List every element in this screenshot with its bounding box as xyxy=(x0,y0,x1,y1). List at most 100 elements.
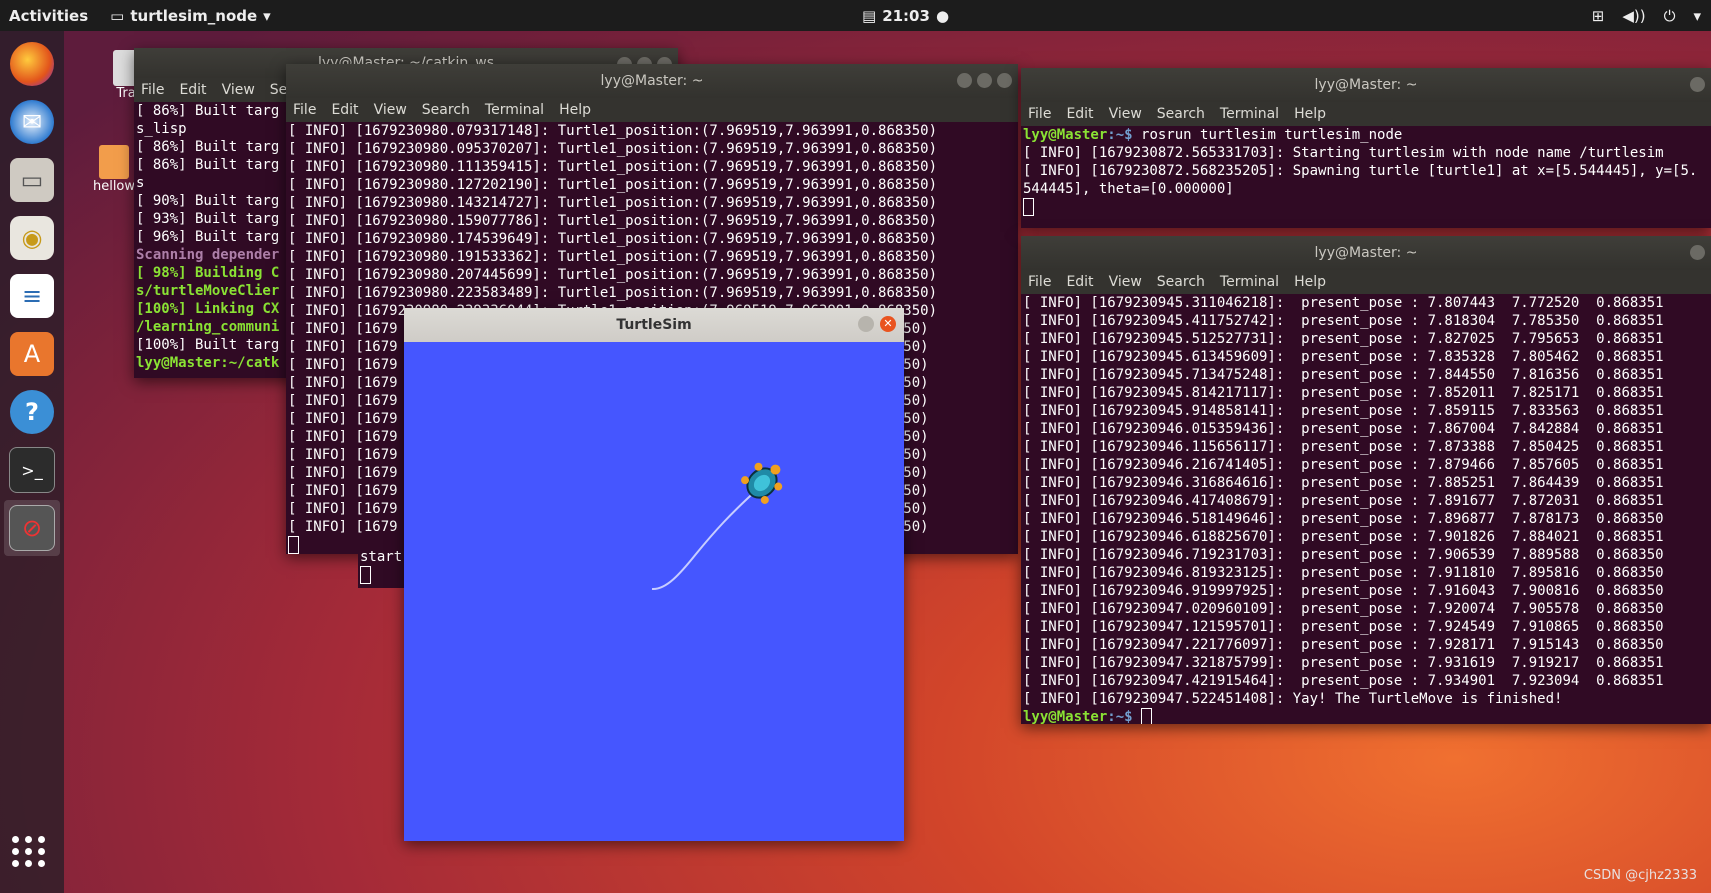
terminal-line: [ INFO] [1679230947.221776097]: present_… xyxy=(1023,637,1664,653)
show-applications-icon[interactable] xyxy=(12,836,46,867)
terminal-window-pose[interactable]: lyy@Master: ~ File Edit View Search Term… xyxy=(1021,236,1711,724)
menu-search[interactable]: Search xyxy=(1157,106,1205,122)
dock-turtlesim[interactable]: ⊘ xyxy=(4,500,60,556)
window-titlebar[interactable]: lyy@Master: ~ xyxy=(1021,68,1711,102)
terminal-line: [ INFO] [1679230980.207445699]: Turtle1_… xyxy=(288,267,938,283)
watermark: CSDN @cjhz2333 xyxy=(1583,868,1697,883)
close-icon[interactable]: ✕ xyxy=(880,316,896,332)
menu-help[interactable]: Help xyxy=(559,102,591,118)
window-titlebar[interactable]: lyy@Master: ~ xyxy=(1021,236,1711,270)
terminal-line: [ INFO] [1679230946.115656117]: present_… xyxy=(1023,439,1664,455)
menu-edit[interactable]: Edit xyxy=(1066,274,1093,290)
menu-edit[interactable]: Edit xyxy=(1066,106,1093,122)
terminal-line: [ INFO] [1679230946.015359436]: present_… xyxy=(1023,421,1664,437)
terminal-line: 544445], theta=[0.000000] xyxy=(1023,181,1234,197)
menu-terminal[interactable]: Terminal xyxy=(1220,274,1279,290)
minimize-icon[interactable] xyxy=(1690,245,1705,260)
terminal-line: [ INFO] [1679230980.095370207]: Turtle1_… xyxy=(288,141,938,157)
terminal-line: [ INFO] [1679230980.127202190]: Turtle1_… xyxy=(288,177,938,193)
dock-firefox[interactable] xyxy=(4,36,60,92)
terminal-line: [ INFO] [1679230945.814217117]: present_… xyxy=(1023,385,1664,401)
terminal-icon: >_ xyxy=(9,447,55,493)
menu-terminal[interactable]: Terminal xyxy=(1220,106,1279,122)
window-title: lyy@Master: ~ xyxy=(600,73,704,89)
hidden-terminal-fragment[interactable]: start xyxy=(358,548,408,588)
chevron-down-icon: ▾ xyxy=(263,6,271,25)
menu-help[interactable]: Help xyxy=(1294,106,1326,122)
turtle-canvas xyxy=(404,342,904,841)
minimize-icon[interactable] xyxy=(858,316,874,332)
terminal-line: [ INFO] [1679230946.316864616]: present_… xyxy=(1023,475,1664,491)
terminal-cursor xyxy=(1141,708,1153,724)
menu-edit[interactable]: Edit xyxy=(331,102,358,118)
files-icon: ▭ xyxy=(10,158,54,202)
menu-bar: File Edit View Search Terminal Help xyxy=(286,98,1018,122)
menu-bar: File Edit View Search Terminal Help xyxy=(1021,102,1711,126)
close-icon[interactable] xyxy=(997,73,1012,88)
dock-software[interactable]: A xyxy=(4,326,60,382)
app-menu[interactable]: ▭ turtlesim_node ▾ xyxy=(110,7,271,25)
terminal-line: [ INFO] [1679230945.512527731]: present_… xyxy=(1023,331,1664,347)
firefox-icon xyxy=(10,42,54,86)
menu-terminal[interactable]: Terminal xyxy=(485,102,544,118)
prompt-path: :~$ xyxy=(1107,709,1142,724)
turtlesim-window[interactable]: TurtleSim ✕ xyxy=(404,308,904,841)
desktop-icon-label: hellow xyxy=(92,179,136,194)
menu-view[interactable]: View xyxy=(1109,274,1142,290)
volume-icon: ◀)) xyxy=(1622,6,1646,25)
window-title: lyy@Master: ~ xyxy=(1314,77,1418,93)
minimize-icon[interactable] xyxy=(1690,77,1705,92)
terminal-line: [ INFO] [1679230945.411752742]: present_… xyxy=(1023,313,1664,329)
terminal-line: [ INFO] [1679230945.914858141]: present_… xyxy=(1023,403,1664,419)
menu-file[interactable]: File xyxy=(141,82,164,98)
menu-help[interactable]: Help xyxy=(1294,274,1326,290)
menu-edit[interactable]: Edit xyxy=(179,82,206,98)
menu-view[interactable]: View xyxy=(374,102,407,118)
window-titlebar[interactable]: TurtleSim ✕ xyxy=(404,308,904,342)
clock[interactable]: ▤ 21:03 ● xyxy=(862,7,949,25)
system-tray[interactable]: ⊞ ◀)) ⏻ ▾ xyxy=(1592,7,1701,25)
terminal-output[interactable]: [ INFO] [1679230945.311046218]: present_… xyxy=(1021,294,1711,724)
turtle-drawing xyxy=(651,462,783,591)
menu-view[interactable]: View xyxy=(1109,106,1142,122)
maximize-icon[interactable] xyxy=(977,73,992,88)
dock: ✉ ▭ ◉ ≡ A ? >_ ⊘ xyxy=(0,31,64,893)
menu-file[interactable]: File xyxy=(293,102,316,118)
dock-files[interactable]: ▭ xyxy=(4,152,60,208)
prompt-user: lyy@Master xyxy=(1023,127,1108,143)
prompt-path: :~$ xyxy=(1107,127,1142,143)
menu-file[interactable]: File xyxy=(1028,274,1051,290)
terminal-line: [ INFO] [1679230980.111359415]: Turtle1_… xyxy=(288,159,938,175)
terminal-line: [ INFO] [1679230980.191533362]: Turtle1_… xyxy=(288,249,938,265)
dock-rhythmbox[interactable]: ◉ xyxy=(4,210,60,266)
terminal-output[interactable]: lyy@Master:~$ rosrun turtlesim turtlesim… xyxy=(1021,126,1711,228)
top-bar: Activities ▭ turtlesim_node ▾ ▤ 21:03 ● … xyxy=(0,0,1711,31)
dock-help[interactable]: ? xyxy=(4,384,60,440)
terminal-cursor xyxy=(360,566,371,584)
network-icon: ⊞ xyxy=(1591,6,1605,25)
terminal-line: start xyxy=(360,549,403,565)
desktop-folder[interactable]: hellow xyxy=(92,145,136,194)
software-icon: A xyxy=(10,332,54,376)
terminal-cursor xyxy=(1023,198,1034,216)
notification-dot-icon: ● xyxy=(935,6,950,25)
terminal-line: [ INFO] [1679230946.819323125]: present_… xyxy=(1023,565,1664,581)
menu-search[interactable]: Search xyxy=(1157,274,1205,290)
menu-view[interactable]: View xyxy=(222,82,255,98)
minimize-icon[interactable] xyxy=(957,73,972,88)
dock-writer[interactable]: ≡ xyxy=(4,268,60,324)
dock-thunderbird[interactable]: ✉ xyxy=(4,94,60,150)
prompt-user: lyy@Master xyxy=(1023,709,1108,724)
terminal-line: [ INFO] [1679230945.713475248]: present_… xyxy=(1023,367,1664,383)
window-titlebar[interactable]: lyy@Master: ~ xyxy=(286,64,1018,98)
terminal-line: [ INFO] [1679230980.143214727]: Turtle1_… xyxy=(288,195,938,211)
desktop-icon-label: Tra xyxy=(116,86,136,101)
file-icon xyxy=(99,145,129,179)
terminal-line: [ INFO] [1679230980.159077786]: Turtle1_… xyxy=(288,213,938,229)
menu-file[interactable]: File xyxy=(1028,106,1051,122)
activities-button[interactable]: Activities xyxy=(9,7,88,25)
terminal-line: [ INFO] [1679230946.417408679]: present_… xyxy=(1023,493,1664,509)
terminal-window-turtlesim-node[interactable]: lyy@Master: ~ File Edit View Search Term… xyxy=(1021,68,1711,228)
menu-search[interactable]: Search xyxy=(422,102,470,118)
dock-terminal[interactable]: >_ xyxy=(4,442,60,498)
